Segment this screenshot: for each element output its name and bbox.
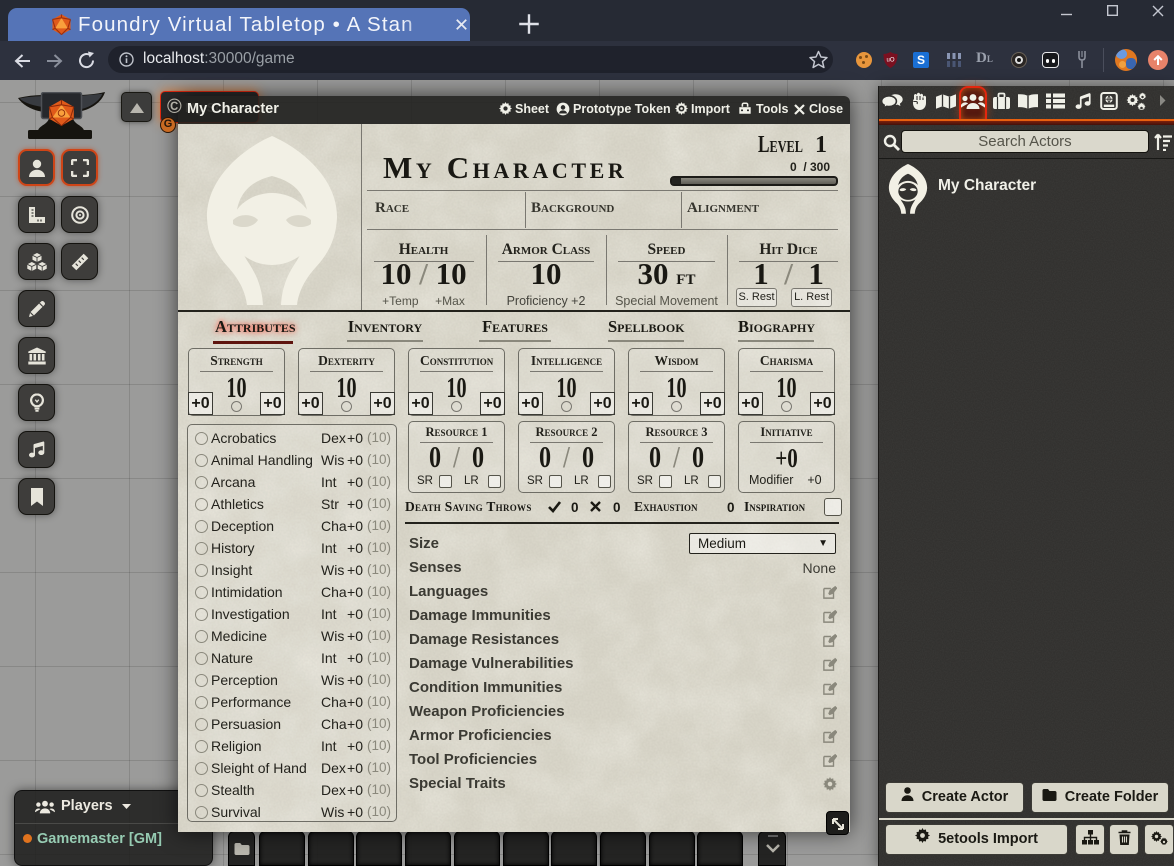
- svg-text:uO: uO: [886, 58, 894, 64]
